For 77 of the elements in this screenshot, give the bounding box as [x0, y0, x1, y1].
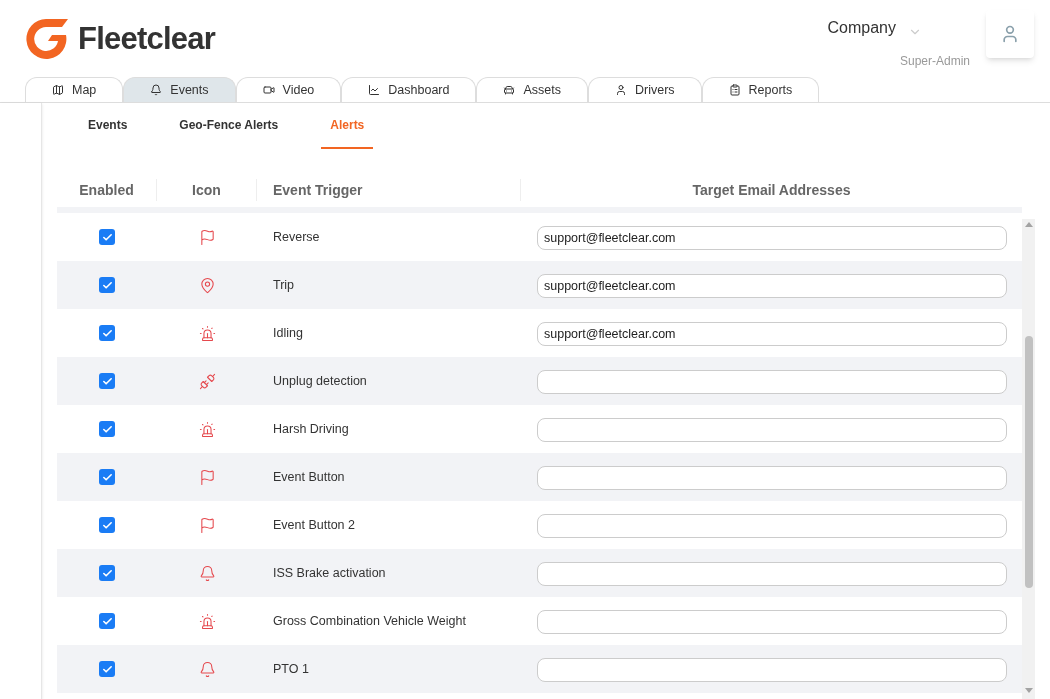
checkbox[interactable]	[99, 613, 115, 629]
event-trigger: Idling	[273, 325, 303, 340]
email-field[interactable]	[537, 561, 1007, 586]
profile-button[interactable]	[986, 10, 1034, 58]
bell-icon	[198, 660, 216, 678]
user-role: Super-Admin	[899, 53, 970, 70]
checkbox[interactable]	[99, 373, 115, 389]
checkbox[interactable]	[99, 517, 115, 533]
logo-icon	[24, 17, 70, 62]
email-field[interactable]	[537, 417, 1007, 442]
check-icon	[101, 231, 113, 243]
event-trigger: Trip	[273, 277, 295, 292]
company-select[interactable]: Company	[827, 16, 896, 40]
event-trigger: Gross Combination Vehicle Weight	[273, 613, 466, 628]
event-trigger: Event Button	[273, 469, 345, 484]
check-icon	[101, 423, 113, 435]
email-field[interactable]	[537, 657, 1007, 682]
nav-tab[interactable]: Reports	[701, 77, 820, 102]
check-icon	[101, 519, 113, 531]
email-field[interactable]	[537, 369, 1007, 394]
bell-icon	[150, 84, 163, 96]
clipboard-icon	[728, 84, 741, 96]
scrollbar[interactable]	[1022, 219, 1035, 699]
column-header: Icon	[192, 180, 221, 200]
bell-icon	[198, 564, 216, 582]
car-icon	[503, 84, 516, 96]
email-field[interactable]	[537, 513, 1007, 538]
event-trigger: Harsh Driving	[273, 421, 349, 436]
checkbox[interactable]	[99, 325, 115, 341]
siren-icon	[198, 420, 216, 438]
checkbox[interactable]	[99, 469, 115, 485]
siren-icon	[198, 324, 216, 342]
flag-icon	[198, 228, 216, 246]
nav-tab[interactable]: Drivers	[587, 77, 702, 102]
check-icon	[101, 567, 113, 579]
map-icon	[52, 84, 64, 96]
email-field[interactable]: support@fleetclear.com	[537, 273, 1007, 298]
check-icon	[101, 279, 113, 291]
event-trigger: Event Button 2	[273, 517, 355, 532]
event-trigger: PTO 1	[273, 661, 309, 676]
check-icon	[101, 327, 113, 339]
checkbox[interactable]	[99, 229, 115, 245]
video-icon	[262, 84, 275, 96]
check-icon	[101, 615, 113, 627]
nav-tab[interactable]: Assets	[476, 77, 588, 102]
nav-tab[interactable]: Events	[123, 77, 236, 102]
checkbox[interactable]	[99, 421, 115, 437]
check-icon	[101, 375, 113, 387]
checkbox[interactable]	[99, 277, 115, 293]
siren-icon	[198, 612, 216, 630]
email-field[interactable]: support@fleetclear.com	[537, 225, 1007, 250]
email-field[interactable]: support@fleetclear.com	[537, 321, 1007, 346]
flag-icon	[198, 468, 216, 486]
nav-tab[interactable]: Video	[235, 77, 342, 102]
flag-icon	[198, 516, 216, 534]
nav-tab[interactable]: Dashboard	[341, 77, 477, 102]
column-header: Target Email Addresses	[692, 180, 851, 200]
user-icon	[1000, 24, 1020, 44]
nav-tab[interactable]: Map	[25, 77, 124, 102]
email-field[interactable]	[537, 609, 1007, 634]
checkbox[interactable]	[99, 661, 115, 677]
checkbox[interactable]	[99, 565, 115, 581]
event-trigger: Reverse	[273, 229, 320, 244]
sub-tab[interactable]: Events	[79, 103, 137, 149]
plug-icon	[198, 372, 216, 390]
check-icon	[101, 663, 113, 675]
check-icon	[101, 471, 113, 483]
map-pin-icon	[198, 276, 216, 294]
brand-name: Fleetclear	[78, 20, 215, 58]
user-icon	[614, 84, 627, 96]
email-field[interactable]	[537, 465, 1007, 490]
sub-tab[interactable]: Geo-Fence Alerts	[170, 103, 288, 149]
column-header: Event Trigger	[273, 180, 363, 200]
column-header: Enabled	[79, 180, 134, 200]
event-trigger: Unplug detection	[273, 373, 367, 388]
event-trigger: ISS Brake activation	[273, 565, 386, 580]
chart-icon	[368, 84, 381, 96]
